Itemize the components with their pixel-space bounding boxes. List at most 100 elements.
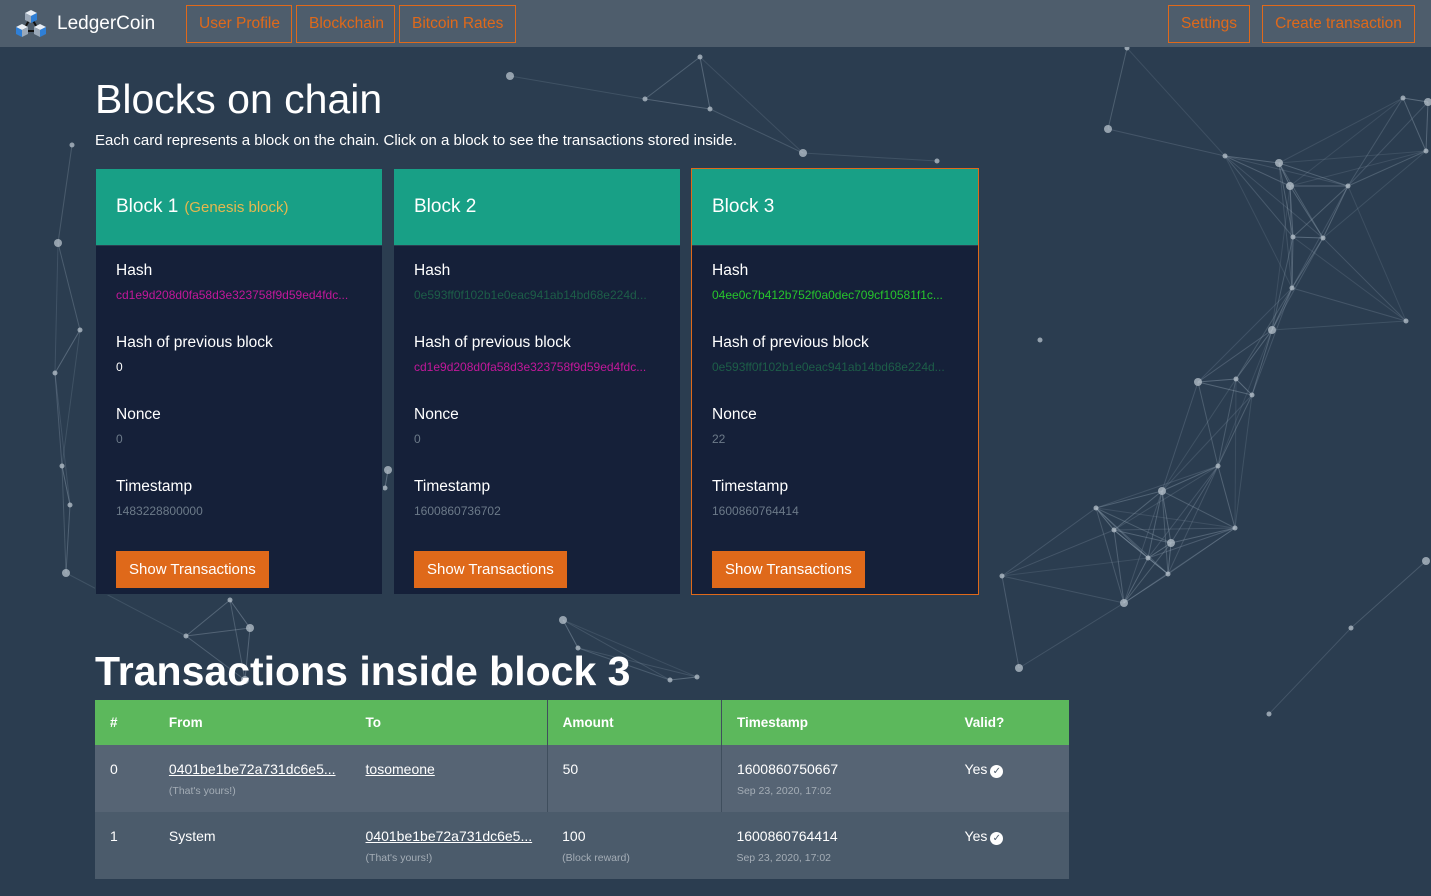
genesis-tag: (Genesis block) bbox=[184, 198, 289, 216]
page-title: Blocks on chain bbox=[95, 76, 383, 122]
network-edge bbox=[1217, 465, 1236, 529]
tx-amount-cell: 100 (Block reward) bbox=[547, 812, 722, 879]
transactions-table: # From To Amount Timestamp Valid? 0 0401… bbox=[95, 700, 1069, 879]
network-edge bbox=[1271, 320, 1407, 331]
timestamp-label: Timestamp bbox=[712, 478, 789, 495]
network-node bbox=[999, 573, 1005, 579]
tx-date: Sep 23, 2020, 17:02 bbox=[736, 785, 832, 797]
network-node bbox=[1345, 183, 1351, 189]
network-edge bbox=[1095, 507, 1115, 531]
nonce-value: 22 bbox=[712, 432, 726, 446]
network-node bbox=[1158, 487, 1166, 495]
network-node bbox=[1403, 318, 1409, 324]
hash-value: cd1e9d208d0fa58d3e323758f9d59ed4fdc... bbox=[116, 288, 349, 302]
nav-settings-button[interactable]: Settings bbox=[1168, 5, 1250, 43]
tx-valid: Yes bbox=[964, 761, 988, 777]
network-node bbox=[382, 485, 388, 491]
nav-blockchain-button[interactable]: Blockchain bbox=[296, 5, 395, 43]
nav-create-transaction-button[interactable]: Create transaction bbox=[1262, 5, 1415, 43]
network-node bbox=[54, 239, 62, 247]
tx-to-link[interactable]: tosomeone bbox=[366, 761, 435, 777]
tx-from-link[interactable]: 0401be1be72a731dc6e5... bbox=[169, 761, 336, 777]
network-edge bbox=[1107, 128, 1226, 157]
prev-hash-value: cd1e9d208d0fa58d3e323758f9d59ed4fdc... bbox=[414, 360, 647, 374]
network-edge bbox=[1234, 394, 1253, 529]
brand[interactable]: LedgerCoin bbox=[15, 9, 155, 39]
network-edge bbox=[1167, 465, 1219, 575]
network-node bbox=[77, 327, 83, 333]
block-card-3[interactable]: Block 3 Hash 04ee0c7b412b752f0a0dec709cf… bbox=[691, 168, 979, 595]
network-edge bbox=[1251, 329, 1273, 396]
network-node bbox=[1222, 153, 1228, 159]
block-card-2[interactable]: Block 2 Hash 0e593ff0f102b1e0eac941ab14b… bbox=[393, 168, 681, 595]
network-node bbox=[1093, 505, 1099, 511]
network-node bbox=[1400, 95, 1406, 101]
network-edge bbox=[1197, 378, 1237, 383]
network-node bbox=[384, 466, 392, 474]
network-edge bbox=[1107, 47, 1128, 130]
nav-bitcoin-rates-button[interactable]: Bitcoin Rates bbox=[399, 5, 516, 43]
tx-timestamp-cell: 1600860764414 Sep 23, 2020, 17:02 bbox=[721, 812, 950, 879]
nav-user-profile-button[interactable]: User Profile bbox=[186, 5, 292, 43]
network-node bbox=[1266, 711, 1272, 717]
network-node bbox=[183, 633, 189, 639]
network-node bbox=[697, 54, 703, 60]
col-amount: Amount bbox=[546, 700, 722, 745]
tx-timestamp: 1600860750667 bbox=[736, 761, 839, 777]
transactions-title: Transactions inside block 3 bbox=[95, 648, 631, 694]
network-node bbox=[1165, 571, 1171, 577]
network-edge bbox=[1347, 101, 1429, 187]
network-edge bbox=[1197, 381, 1253, 396]
show-transactions-button[interactable]: Show Transactions bbox=[712, 551, 865, 588]
brand-name: LedgerCoin bbox=[57, 13, 156, 34]
tx-to-cell: tosomeone bbox=[350, 745, 548, 812]
network-edge bbox=[1170, 465, 1219, 544]
tx-index: 0 bbox=[95, 745, 154, 812]
network-edge bbox=[185, 599, 231, 637]
network-edge bbox=[1347, 97, 1404, 187]
hash-value: 0e593ff0f102b1e0eac941ab14bd68e224d... bbox=[414, 288, 647, 302]
network-edge bbox=[669, 676, 698, 681]
network-edge bbox=[644, 98, 711, 110]
network-edge bbox=[1235, 329, 1273, 380]
tx-from-cell: System bbox=[153, 812, 351, 879]
table-header-row: # From To Amount Timestamp Valid? bbox=[95, 700, 1069, 745]
tx-from-note: (That's yours!) bbox=[168, 785, 236, 797]
network-node bbox=[1104, 125, 1112, 133]
network-edge bbox=[65, 504, 71, 574]
col-valid: Valid? bbox=[949, 700, 1069, 745]
network-edge bbox=[1001, 575, 1020, 669]
network-node bbox=[1145, 555, 1151, 561]
network-edge bbox=[1235, 287, 1293, 380]
network-node bbox=[1348, 625, 1354, 631]
network-node bbox=[67, 502, 73, 508]
network-node bbox=[1215, 463, 1221, 469]
network-edge bbox=[1278, 97, 1404, 164]
page-subtitle: Each card represents a block on the chai… bbox=[95, 132, 738, 149]
network-node bbox=[707, 106, 713, 112]
tx-to-link[interactable]: 0401be1be72a731dc6e5... bbox=[366, 828, 533, 844]
timestamp-value: 1483228800000 bbox=[116, 504, 203, 518]
nonce-label: Nonce bbox=[414, 406, 459, 423]
nonce-value: 0 bbox=[116, 432, 123, 446]
network-node bbox=[1275, 159, 1283, 167]
network-edge bbox=[1170, 527, 1236, 544]
show-transactions-button[interactable]: Show Transactions bbox=[116, 551, 269, 588]
tx-valid-cell: Yes ✓ bbox=[949, 745, 1069, 812]
block-card-1[interactable]: Block 1 (Genesis block) Hash cd1e9d208d0… bbox=[95, 168, 383, 595]
timestamp-value: 1600860764414 bbox=[712, 504, 799, 518]
network-node bbox=[1320, 235, 1326, 241]
network-node bbox=[1037, 337, 1043, 343]
tx-timestamp: 1600860764414 bbox=[736, 828, 838, 844]
network-edge bbox=[1268, 627, 1352, 715]
show-transactions-button[interactable]: Show Transactions bbox=[414, 551, 567, 588]
network-edge bbox=[1147, 542, 1172, 559]
network-node bbox=[1286, 182, 1294, 190]
network-node bbox=[1194, 378, 1202, 386]
tx-index: 1 bbox=[95, 812, 154, 879]
network-edge bbox=[54, 242, 59, 374]
block-title: Block 3 bbox=[712, 196, 775, 217]
network-edge bbox=[1350, 560, 1427, 629]
network-node bbox=[1289, 285, 1295, 291]
tx-amount-note: (Block reward) bbox=[562, 852, 630, 864]
